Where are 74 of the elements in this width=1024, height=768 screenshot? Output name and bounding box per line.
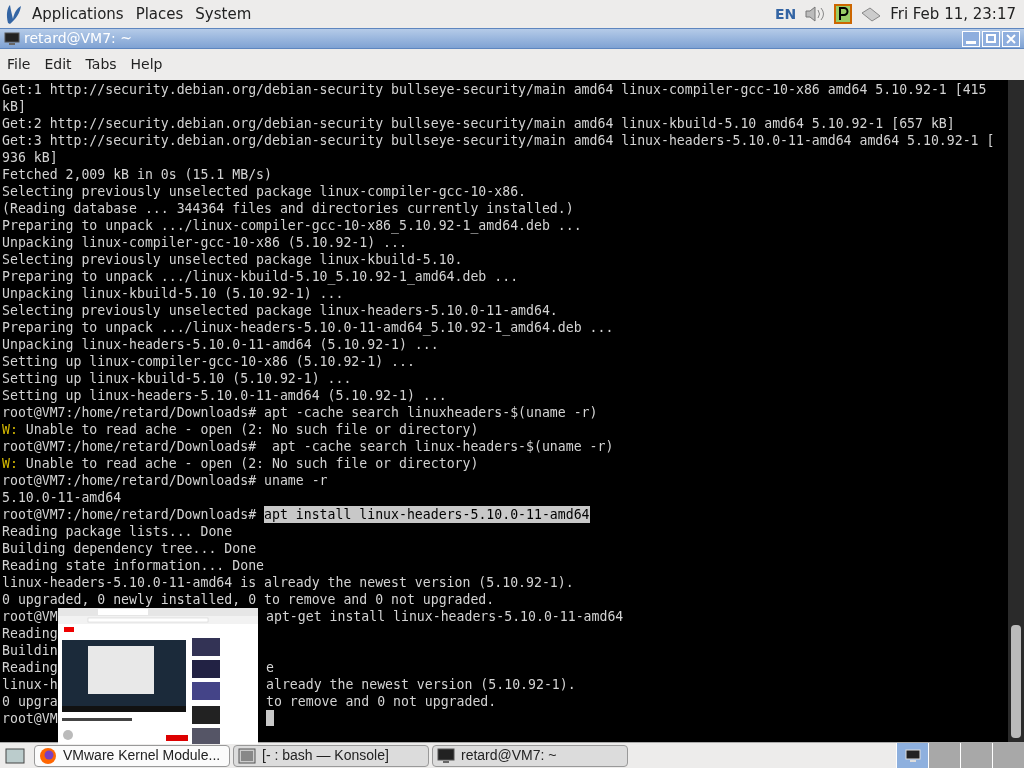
warning-prefix: W: (2, 455, 18, 472)
scrollbar[interactable] (1008, 80, 1024, 742)
panel-menu[interactable]: System (195, 2, 252, 26)
terminal-text: Unable to read ache - open (2: No such file or directory) (24, 421, 479, 438)
terminal-text: Selecting previously unselected package linux-headers-5.10.0-11-amd64. (2, 302, 558, 319)
terminal-text: linux-headers-5.10.0-11-amd64 is already the newest version (5.10.92-1). (2, 574, 574, 591)
terminal-text: Unable to read ache - open (2: No such file or directory) (24, 455, 479, 472)
terminal-text: Reading state information... Done (2, 557, 264, 574)
show-desktop-icon[interactable] (4, 745, 26, 766)
terminal-text: Preparing to unpack .../linux-compiler-gcc-10-x86_5.10.92-1_amd64.deb ... (2, 217, 582, 234)
panel-menu[interactable]: Places (135, 2, 184, 26)
terminal-text: root@VM (2, 609, 58, 624)
taskbar-button[interactable]: [- : bash — Konsole] (233, 744, 429, 767)
speaker-icon[interactable] (804, 5, 827, 23)
keyboard-layout[interactable]: EN (774, 3, 797, 25)
monitor-icon (437, 746, 455, 765)
window-title: retard@VM7: ~ (24, 29, 132, 48)
terminal-text: Setting up linux-kbuild-5.10 (5.10.92-1) ... (2, 370, 352, 387)
close-button[interactable] (1002, 30, 1020, 47)
menu-item[interactable]: Help (130, 54, 163, 75)
terminal-text: Reading (2, 660, 58, 675)
terminal-text: root@VM (2, 711, 58, 726)
terminal-text: Reading package lists... Done (2, 523, 233, 540)
terminal-text: 936 kB] (2, 149, 58, 166)
terminal-text: 0 upgraded, 0 newly installed, 0 to remove and 0 not upgraded. (2, 591, 495, 608)
panel-menu[interactable]: Applications (32, 2, 124, 26)
terminal-text: Buildin (2, 643, 58, 658)
terminal-text: Preparing to unpack .../linux-headers-5.10.0-11-amd64_5.10.92-1_amd64.deb ... (2, 319, 614, 336)
terminal-text: linux-h (2, 677, 58, 692)
selected-text: apt install linux-headers-5.10.0-11-amd64 (264, 506, 590, 523)
menu-item[interactable]: File (7, 54, 31, 75)
terminal-text: Unpacking linux-headers-5.10.0-11-amd64 (5.10.92-1) ... (2, 336, 439, 353)
terminal-icon (238, 746, 256, 765)
terminal-text: Setting up linux-headers-5.10.0-11-amd64 (5.10.92-1) ... (2, 387, 447, 404)
terminal-text: Unpacking linux-compiler-gcc-10-x86 (5.10.92-1) ... (2, 234, 407, 251)
terminal-text: Reading (2, 626, 58, 641)
terminal-text: Fetched 2,009 kB in 0s (15.1 MB/s) (2, 166, 272, 183)
workspace-button[interactable] (896, 743, 928, 768)
parking-icon[interactable] (834, 4, 853, 24)
network-icon[interactable] (860, 5, 883, 23)
monitor-icon (4, 31, 20, 46)
minimize-button[interactable] (962, 30, 980, 47)
terminal-text: (Reading database ... 344364 files and directories currently installed.) (2, 200, 574, 217)
terminal-text: Selecting previously unselected package linux-kbuild-5.10. (2, 251, 463, 268)
terminal-text: root@VM7:/home/retard/Downloads# apt -cache search linuxheaders-$(uname -r) (2, 404, 598, 421)
menu-item[interactable]: Tabs (85, 54, 117, 75)
scrollbar-thumb[interactable] (1011, 625, 1021, 738)
terminal-text: Get:2 http://security.debian.org/debian-security bullseye-security/main amd64 linux-kbuild-5.10 amd64 5.10.92-1 [657 kB] (2, 115, 955, 132)
terminal-text: Get:3 http://security.debian.org/debian-security bullseye-security/main amd64 linux-headers-5.10.0-11-amd64 amd64 5.10.92-1 [ (2, 132, 995, 149)
terminal-text: e (266, 659, 274, 676)
terminal-text: Building dependency tree... Done (2, 540, 257, 557)
terminal-text: Selecting previously unselected package linux-compiler-gcc-10-x86. (2, 183, 526, 200)
browser-icon (39, 746, 57, 765)
terminal-text: Setting up linux-compiler-gcc-10-x86 (5.10.92-1) ... (2, 353, 415, 370)
terminal-text: root@VM7:/home/retard/Downloads# apt -cache search linux-headers-$(uname -r) (2, 438, 614, 455)
terminal-text: Preparing to unpack .../linux-kbuild-5.10_5.10.92-1_amd64.deb ... (2, 268, 519, 285)
taskbar-button[interactable]: retard@VM7: ~ (432, 744, 628, 767)
terminal-text: root@VM7:/home/retard/Downloads# uname -r (2, 472, 328, 489)
warning-prefix: W: (2, 421, 18, 438)
taskbar-button[interactable]: VMware Kernel Module... (34, 744, 230, 767)
terminal-text: Get:1 http://security.debian.org/debian-security bullseye-security/main amd64 linux-compiler-gcc-10-x86 amd64 5.10.92-1 [415 (2, 81, 987, 98)
terminal-text: 5.10.0-11-amd64 (2, 489, 122, 506)
menu-item[interactable]: Edit (44, 54, 72, 75)
terminal-text: Unpacking linux-kbuild-5.10 (5.10.92-1) ... (2, 285, 344, 302)
terminal-text: 0 upgra (2, 694, 58, 709)
terminal-text: already the newest version (5.10.92-1). (266, 676, 576, 693)
terminal-text: to remove and 0 not upgraded. (266, 693, 497, 710)
maximize-button[interactable] (982, 30, 1000, 47)
terminal-text: apt-get install linux-headers-5.10.0-11-amd64 (266, 608, 624, 625)
terminal[interactable] (0, 80, 1024, 742)
terminal-text: kB] (2, 98, 26, 115)
clock[interactable]: Fri Feb 11, 23:17 (890, 2, 1016, 26)
monitor-icon (904, 748, 921, 763)
terminal-text: root@VM7:/home/retard/Downloads# (2, 506, 258, 523)
